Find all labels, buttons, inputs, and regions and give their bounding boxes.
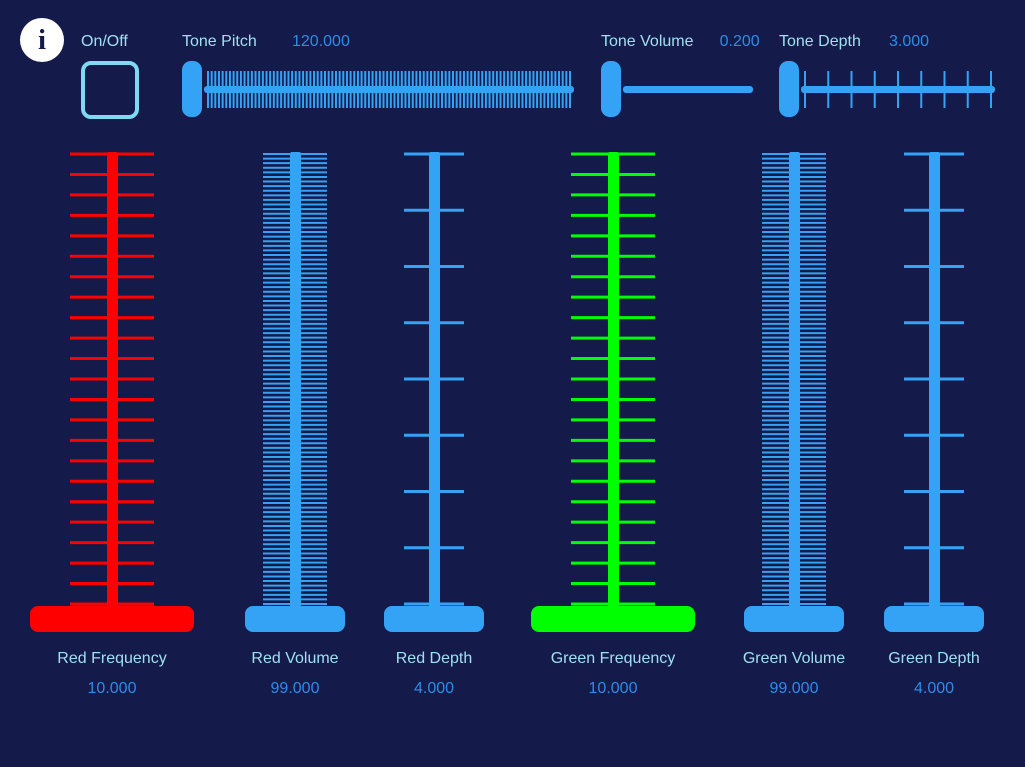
tone-pitch-thumb[interactable] <box>182 61 202 117</box>
green-volume-value: 99.000 <box>769 680 819 697</box>
green-frequency-thumb[interactable] <box>531 606 695 632</box>
control-panel: i On/Off Tone Pitch 120.000 Tone Volume 0.2… <box>0 0 1025 767</box>
red-volume-value: 99.000 <box>270 680 320 697</box>
red-frequency-track[interactable] <box>106 152 118 614</box>
green-volume-slider[interactable]: Green Volume 99.000 <box>724 152 864 712</box>
red-frequency-label: Red Frequency <box>57 650 167 667</box>
tone-volume-value: 0.200 <box>719 33 760 50</box>
tone-pitch-value: 120.000 <box>292 33 350 50</box>
tone-depth-thumb[interactable] <box>779 61 799 117</box>
green-volume-track[interactable] <box>788 152 800 614</box>
tone-volume-slider[interactable] <box>601 58 753 120</box>
green-depth-track[interactable] <box>928 152 940 614</box>
tone-volume-track[interactable] <box>623 86 753 93</box>
green-depth-label: Green Depth <box>888 650 980 667</box>
red-depth-value: 4.000 <box>413 680 455 697</box>
green-frequency-slider[interactable]: Green Frequency 10.000 <box>531 152 695 712</box>
green-volume-label: Green Volume <box>742 650 846 667</box>
red-depth-thumb[interactable] <box>384 606 484 632</box>
red-depth-slider[interactable]: Red Depth 4.000 <box>364 152 504 712</box>
red-volume-label: Red Volume <box>251 650 339 667</box>
onoff-checkbox[interactable] <box>81 61 139 119</box>
red-frequency-value: 10.000 <box>87 680 137 697</box>
tone-depth-value: 3.000 <box>889 33 930 50</box>
tone-depth-label: Tone Depth <box>779 33 861 50</box>
green-depth-value: 4.000 <box>913 680 955 697</box>
tone-pitch-slider[interactable] <box>182 58 574 120</box>
green-frequency-label: Green Frequency <box>550 650 676 667</box>
red-volume-slider[interactable]: Red Volume 99.000 <box>225 152 365 712</box>
red-depth-track[interactable] <box>428 152 440 614</box>
red-frequency-slider[interactable]: Red Frequency 10.000 <box>30 152 194 712</box>
green-frequency-value: 10.000 <box>588 680 638 697</box>
onoff-label: On/Off <box>81 33 128 50</box>
red-volume-thumb[interactable] <box>245 606 345 632</box>
tone-pitch-track[interactable] <box>204 86 574 93</box>
info-icon[interactable]: i <box>20 18 64 62</box>
tone-volume-thumb[interactable] <box>601 61 621 117</box>
green-depth-thumb[interactable] <box>884 606 984 632</box>
green-depth-slider[interactable]: Green Depth 4.000 <box>864 152 1004 712</box>
red-depth-label: Red Depth <box>395 650 473 667</box>
green-frequency-track[interactable] <box>607 152 619 614</box>
tone-depth-slider[interactable] <box>779 58 995 120</box>
red-volume-track[interactable] <box>289 152 301 614</box>
tone-volume-label: Tone Volume <box>601 33 694 50</box>
tone-pitch-label: Tone Pitch <box>182 33 257 50</box>
green-volume-thumb[interactable] <box>744 606 844 632</box>
red-frequency-thumb[interactable] <box>30 606 194 632</box>
tone-depth-track[interactable] <box>801 86 995 93</box>
